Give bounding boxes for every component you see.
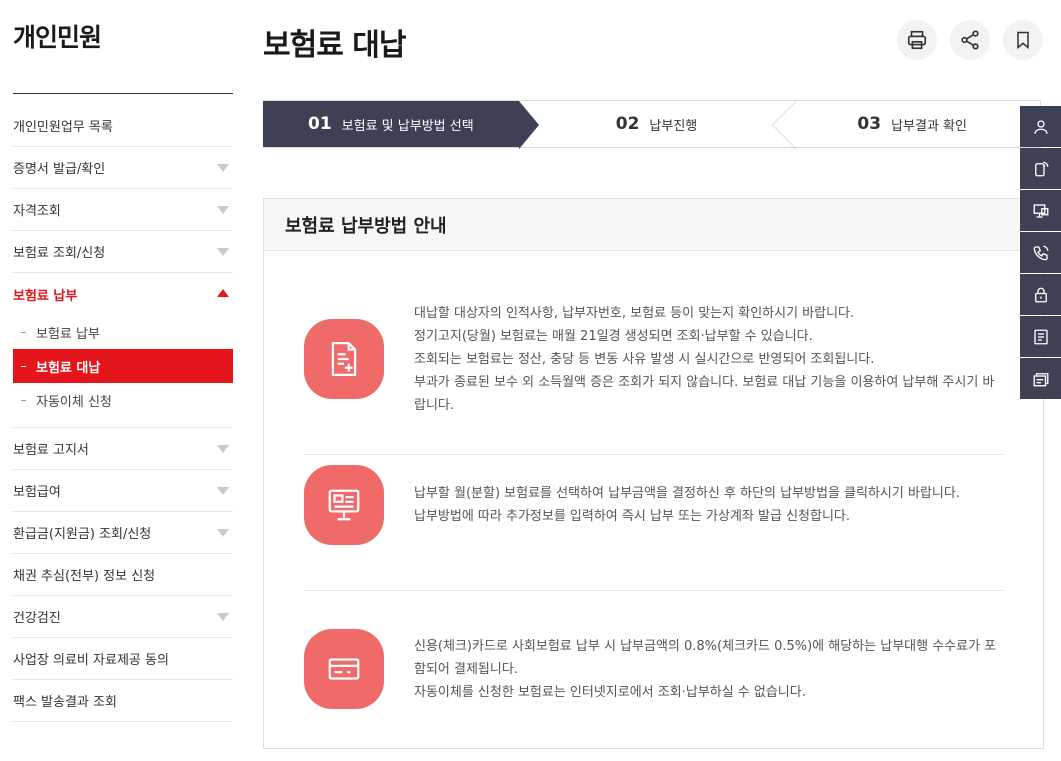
info-text: 납부할 월(분할) 보험료를 선택하여 납부금액을 결정하신 후 하단의 납부방… bbox=[414, 486, 960, 524]
sidebar-item-debt-collection[interactable]: 채권 추심(전부) 정보 신청 bbox=[13, 554, 233, 596]
chevron-down-icon bbox=[217, 486, 229, 495]
sub-item-premium-payment[interactable]: 보험료 납부 bbox=[13, 315, 233, 349]
info-row: 신용(체크)카드로 사회보험료 납부 시 납부금액의 0.8%(체크카드 0.5… bbox=[304, 619, 1004, 719]
quick-notice-button[interactable] bbox=[1020, 316, 1061, 357]
sidebar-item-medical-consent[interactable]: 사업장 의료비 자료제공 동의 bbox=[13, 638, 233, 680]
lock-icon bbox=[1034, 287, 1047, 302]
cards-icon bbox=[1033, 372, 1048, 386]
chevron-down-icon bbox=[217, 444, 229, 453]
chevron-up-icon bbox=[217, 289, 229, 297]
quick-chat-button[interactable] bbox=[1020, 148, 1061, 189]
printer-icon bbox=[907, 30, 927, 50]
document-add-icon bbox=[304, 319, 384, 399]
chevron-down-icon bbox=[217, 528, 229, 537]
sidebar-item-premium-inquiry[interactable]: 보험료 조회/신청 bbox=[13, 231, 233, 273]
quick-lock-button[interactable] bbox=[1020, 274, 1061, 315]
sidebar-item-civil-list[interactable]: 개인민원업무 목록 bbox=[13, 105, 233, 147]
sidebar-divider bbox=[13, 93, 233, 94]
sidebar-item-premium-payment[interactable]: 보험료 납부 bbox=[13, 273, 233, 315]
share-button[interactable] bbox=[950, 20, 990, 60]
sidebar-item-eligibility[interactable]: 자격조회 bbox=[13, 189, 233, 231]
phone-chat-icon bbox=[1034, 161, 1048, 176]
chevron-down-icon bbox=[217, 247, 229, 256]
info-text: 대납할 대상자의 인적사항, 납부자번호, 보험료 등이 맞는지 확인하시기 바… bbox=[414, 305, 995, 413]
share-icon bbox=[961, 30, 979, 50]
sidebar-item-refund[interactable]: 환급금(지원금) 조회/신청 bbox=[13, 512, 233, 554]
card-icon bbox=[304, 629, 384, 709]
step-1: 01 보험료 및 납부방법 선택 bbox=[263, 101, 539, 149]
divider bbox=[304, 454, 1004, 455]
info-row: 대납할 대상자의 인적사항, 납부자번호, 보험료 등이 맞는지 확인하시기 바… bbox=[304, 299, 1004, 419]
header-actions bbox=[897, 20, 1043, 60]
notice-icon bbox=[1033, 329, 1048, 344]
quick-person-button[interactable] bbox=[1020, 106, 1061, 147]
chevron-down-icon bbox=[217, 163, 229, 172]
step-2: 02 납부진행 bbox=[519, 101, 797, 149]
sidebar-item-bill[interactable]: 보험료 고지서 bbox=[13, 428, 233, 470]
info-text: 신용(체크)카드로 사회보험료 납부 시 납부금액의 0.8%(체크카드 0.5… bbox=[414, 638, 997, 700]
sub-item-premium-proxy-payment[interactable]: 보험료 대납 bbox=[13, 349, 233, 383]
remote-support-icon bbox=[1033, 203, 1048, 218]
sub-item-auto-transfer[interactable]: 자동이체 신청 bbox=[13, 383, 233, 417]
bookmark-button[interactable] bbox=[1003, 20, 1043, 60]
call-icon bbox=[1033, 245, 1048, 260]
monitor-icon bbox=[304, 465, 384, 545]
page-title: 보험료 대납 bbox=[263, 28, 406, 63]
quick-cards-button[interactable] bbox=[1020, 358, 1061, 399]
quick-menu-bar bbox=[1020, 106, 1061, 399]
chevron-down-icon bbox=[217, 205, 229, 214]
bookmark-icon bbox=[1017, 31, 1029, 50]
quick-remote-button[interactable] bbox=[1020, 190, 1061, 231]
quick-call-button[interactable] bbox=[1020, 232, 1061, 273]
sidebar-item-health-checkup[interactable]: 건강검진 bbox=[13, 596, 233, 638]
info-row: 납부할 월(분할) 보험료를 선택하여 납부금액을 결정하신 후 하단의 납부방… bbox=[304, 465, 1004, 545]
payment-guide-panel: 보험료 납부방법 안내 대납할 대상자의 인적사항, 납부자번호, 보험료 등이… bbox=[263, 198, 1044, 749]
sidebar-submenu: 보험료 납부 보험료 대납 자동이체 신청 bbox=[13, 315, 233, 428]
sidebar-item-benefits[interactable]: 보험급여 bbox=[13, 470, 233, 512]
step-3: 03 납부결과 확인 bbox=[857, 114, 967, 134]
sidebar-menu: 개인민원업무 목록 증명서 발급/확인 자격조회 보험료 조회/신청 보험료 납… bbox=[13, 105, 233, 722]
sidebar-title: 개인민원 bbox=[13, 23, 102, 52]
sidebar-item-fax-result[interactable]: 팩스 발송결과 조회 bbox=[13, 680, 233, 722]
divider bbox=[304, 590, 1004, 591]
person-icon bbox=[1033, 119, 1048, 134]
panel-title: 보험료 납부방법 안내 bbox=[264, 199, 1043, 251]
chevron-down-icon bbox=[217, 612, 229, 621]
print-button[interactable] bbox=[897, 20, 937, 60]
progress-steps: 01 보험료 및 납부방법 선택 02 납부진행 03 납부결과 확인 bbox=[263, 100, 1041, 149]
sidebar-item-certificate[interactable]: 증명서 발급/확인 bbox=[13, 147, 233, 189]
